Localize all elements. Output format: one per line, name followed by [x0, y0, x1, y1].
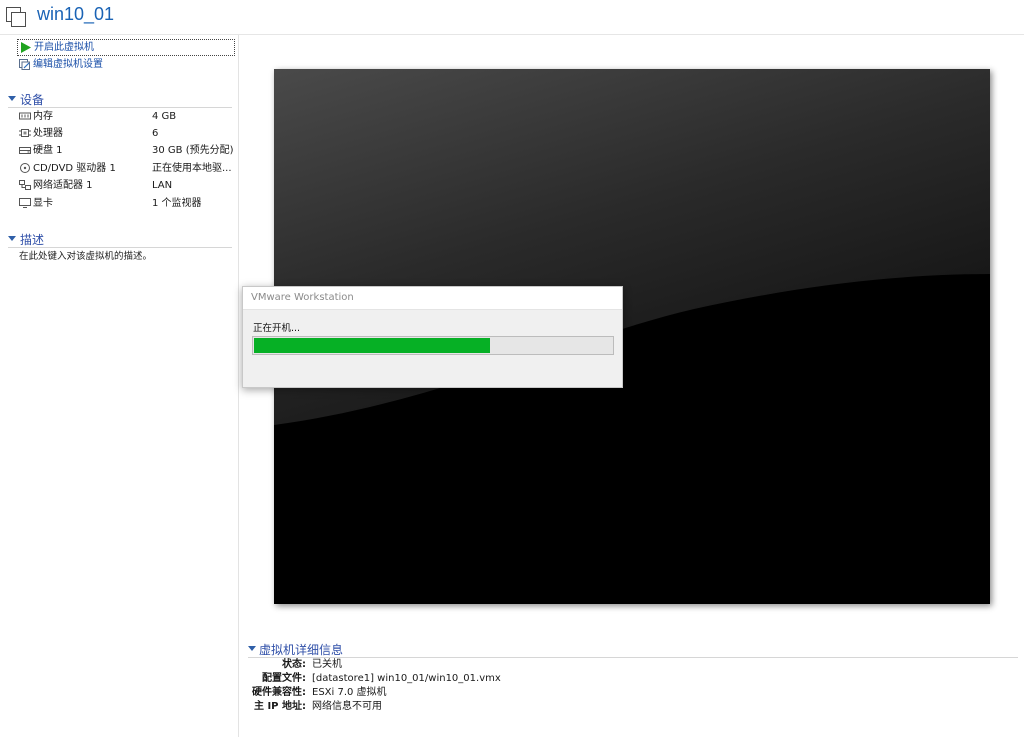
power-on-button[interactable]: 开启此虚拟机 [17, 39, 235, 56]
cpu-icon [19, 129, 31, 137]
memory-icon [19, 112, 31, 120]
detail-row-compatibility: 硬件兼容性: ESXi 7.0 虚拟机 [248, 686, 648, 700]
device-row-cd-dvd[interactable]: CD/DVD 驱动器 1 正在使用本地驱... [19, 161, 234, 176]
detail-value: 已关机 [312, 659, 342, 670]
vm-icon [6, 7, 26, 27]
description-text[interactable]: 在此处键入对该虚拟机的描述。 [19, 248, 152, 262]
detail-row-config-file: 配置文件: [datastore1] win10_01/win10_01.vmx [248, 672, 648, 686]
edit-settings-button[interactable]: 编辑虚拟机设置 [17, 57, 103, 72]
vm-details-title: 虚拟机详细信息 [259, 643, 344, 657]
device-row-display[interactable]: 显卡 1 个监视器 [19, 196, 234, 211]
collapse-arrow-icon [8, 96, 16, 101]
device-name: CD/DVD 驱动器 1 [33, 163, 116, 174]
device-value: 4 GB [152, 111, 177, 122]
sidebar: 开启此虚拟机 编辑虚拟机设置 设备 内存 4 GB 处理器 6 硬盘 1 30 … [0, 35, 239, 737]
progress-fill [254, 338, 490, 353]
device-value: LAN [152, 180, 173, 191]
dialog-titlebar[interactable]: VMware Workstation [243, 287, 622, 310]
detail-value: ESXi 7.0 虚拟机 [312, 687, 387, 698]
progress-bar [252, 336, 614, 355]
collapse-arrow-icon [8, 236, 16, 241]
device-row-network[interactable]: 网络适配器 1 LAN [19, 178, 234, 193]
detail-row-state: 状态: 已关机 [248, 658, 648, 672]
cd-icon [20, 163, 30, 173]
edit-settings-icon [19, 59, 30, 70]
detail-value: [datastore1] win10_01/win10_01.vmx [312, 673, 501, 684]
device-name: 处理器 [33, 128, 63, 139]
play-icon [21, 42, 31, 53]
detail-key: 配置文件: [262, 673, 306, 684]
vm-details-section-header[interactable]: 虚拟机详细信息 [248, 641, 1018, 658]
disk-icon [19, 147, 31, 154]
vm-title: win10_01 [37, 4, 115, 24]
dialog-title: VMware Workstation [251, 292, 354, 303]
detail-key: 硬件兼容性: [252, 687, 306, 698]
edit-settings-label: 编辑虚拟机设置 [33, 59, 103, 70]
device-row-cpu[interactable]: 处理器 6 [19, 126, 234, 141]
detail-row-ip: 主 IP 地址: 网络信息不可用 [248, 700, 648, 714]
header: win10_01 [0, 0, 1024, 35]
device-name: 网络适配器 1 [33, 180, 93, 191]
device-value: 正在使用本地驱... [152, 163, 232, 174]
description-title: 描述 [20, 233, 45, 247]
description-section-header[interactable]: 描述 [8, 231, 232, 248]
device-name: 内存 [33, 111, 53, 122]
detail-value: 网络信息不可用 [312, 701, 382, 712]
device-name: 硬盘 1 [33, 145, 63, 156]
collapse-arrow-icon [248, 646, 256, 651]
power-on-progress-dialog: VMware Workstation 正在开机... [242, 286, 623, 388]
devices-title: 设备 [20, 93, 45, 107]
device-row-disk[interactable]: 硬盘 1 30 GB (预先分配) [19, 143, 234, 158]
device-row-memory[interactable]: 内存 4 GB [19, 109, 234, 124]
network-icon [19, 180, 31, 190]
device-value: 1 个监视器 [152, 198, 202, 209]
detail-key: 状态: [282, 659, 306, 670]
power-on-label: 开启此虚拟机 [34, 42, 94, 53]
device-value: 6 [152, 128, 159, 139]
display-icon [19, 198, 31, 208]
device-name: 显卡 [33, 198, 53, 209]
devices-section-header[interactable]: 设备 [8, 91, 232, 108]
device-value: 30 GB (预先分配) [152, 145, 234, 156]
dialog-status-text: 正在开机... [253, 323, 301, 334]
detail-key: 主 IP 地址: [253, 701, 306, 712]
